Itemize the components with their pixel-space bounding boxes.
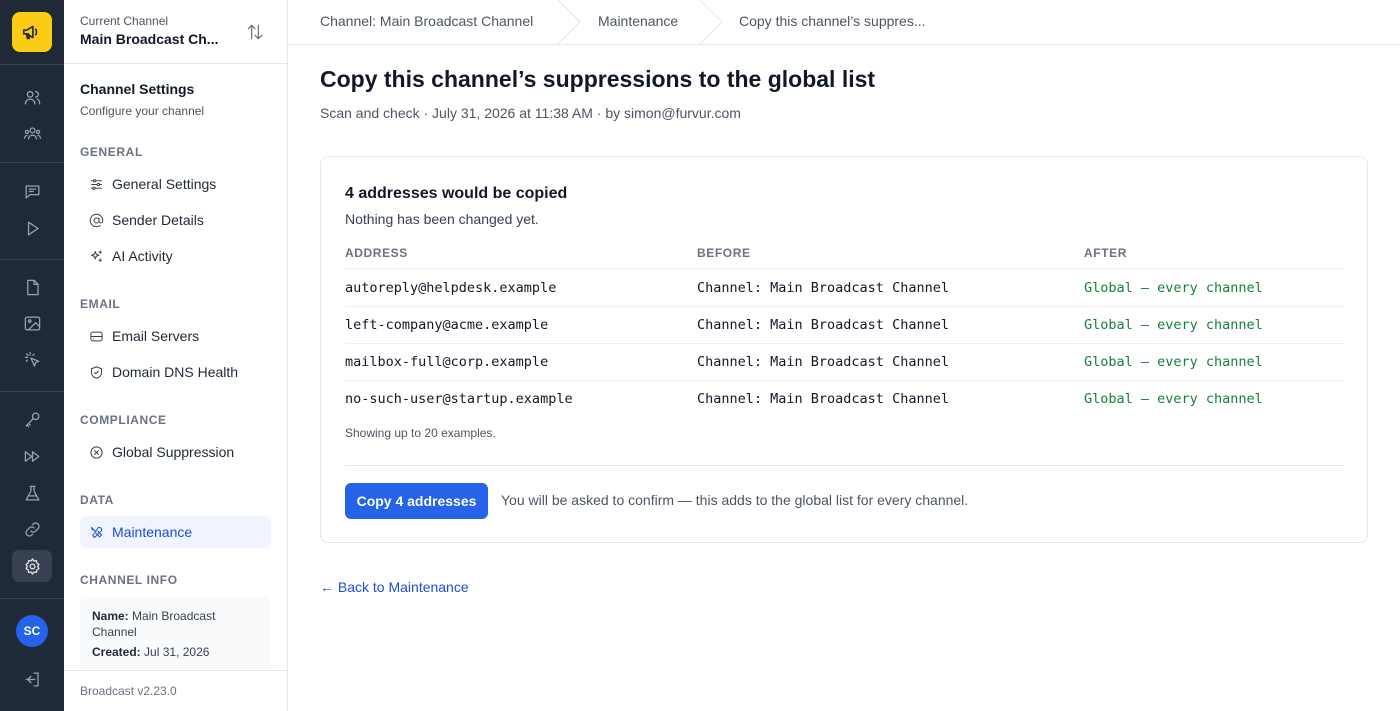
table-divider [345, 343, 1344, 344]
rail-divider [0, 598, 64, 599]
app-version: Broadcast v2.23.0 [64, 670, 287, 711]
row-before: Channel: Main Broadcast Channel [697, 354, 949, 370]
sidebar-item-label: Sender Details [112, 212, 204, 228]
sparkles-icon [88, 248, 104, 264]
table-divider [345, 380, 1344, 381]
sidebar-title: Channel Settings [80, 81, 195, 97]
channel-info-created: Created: Jul 31, 2026 [92, 645, 210, 659]
copy-addresses-button[interactable]: Copy 4 addresses [345, 483, 488, 519]
image-icon[interactable] [20, 311, 44, 335]
swap-arrows-icon[interactable] [245, 22, 265, 42]
sidebar-item-label: Domain DNS Health [112, 364, 239, 380]
x-circle-icon [88, 444, 104, 460]
sidebar-item-email-servers[interactable]: Email Servers [80, 320, 271, 352]
channel-switcher-name: Main Broadcast Ch... [80, 31, 219, 47]
row-after: Global — every channel [1084, 354, 1263, 370]
message-icon[interactable] [20, 179, 44, 203]
row-address: left-company@acme.example [345, 317, 549, 333]
breadcrumb-current: Copy this channel’s suppres... [739, 13, 926, 29]
app-rail: SC [0, 0, 64, 711]
at-sign-icon [88, 212, 104, 228]
sliders-icon [88, 176, 104, 192]
section-data: DATA [80, 493, 114, 507]
back-to-maintenance-link[interactable]: ← Back to Maintenance [320, 579, 469, 595]
fast-forward-icon[interactable] [20, 444, 44, 468]
section-general: GENERAL [80, 145, 143, 159]
confirm-note: You will be asked to confirm — this adds… [501, 492, 969, 508]
sidebar-item-label: General Settings [112, 176, 217, 192]
result-heading: 4 addresses would be copied [345, 185, 568, 202]
wrench-screwdriver-icon [88, 524, 104, 540]
sidebar-item-label: Maintenance [112, 524, 193, 540]
link-icon[interactable] [20, 517, 44, 541]
row-address: no-such-user@startup.example [345, 391, 573, 407]
rail-divider [0, 259, 64, 260]
channel-switcher-caption: Current Channel [80, 14, 169, 28]
row-after: Global — every channel [1084, 391, 1263, 407]
row-before: Channel: Main Broadcast Channel [697, 391, 949, 407]
table-divider [345, 306, 1344, 307]
sidebar-item-global-suppression[interactable]: Global Suppression [80, 436, 271, 468]
megaphone-icon[interactable] [12, 12, 52, 52]
card-footer-divider [345, 465, 1344, 466]
breadcrumb-separator [557, 0, 581, 45]
sidebar-item-general-settings[interactable]: General Settings [80, 168, 271, 200]
sidebar-subtitle: Configure your channel [80, 104, 205, 118]
column-header-before: BEFORE [697, 246, 751, 260]
sidebar-item-label: AI Activity [112, 248, 173, 264]
document-icon[interactable] [20, 275, 44, 299]
sidebar-item-ai-activity[interactable]: AI Activity [80, 240, 271, 272]
flask-icon[interactable] [20, 481, 44, 505]
users-icon[interactable] [20, 85, 44, 109]
channel-switcher[interactable]: Current Channel Main Broadcast Ch... [64, 0, 287, 64]
shield-check-icon [88, 364, 104, 380]
result-subheading: Nothing has been changed yet. [345, 211, 539, 227]
sidebar-item-maintenance[interactable]: Maintenance [80, 516, 271, 548]
section-email: EMAIL [80, 297, 121, 311]
user-avatar[interactable]: SC [16, 615, 48, 647]
settings-sidebar: Current Channel Main Broadcast Ch... Cha… [64, 0, 288, 711]
sidebar-item-label: Global Suppression [112, 444, 235, 460]
row-address: autoreply@helpdesk.example [345, 280, 557, 296]
row-before: Channel: Main Broadcast Channel [697, 280, 949, 296]
key-icon[interactable] [20, 407, 44, 431]
settings-gear-icon[interactable] [12, 550, 52, 582]
column-header-address: ADDRESS [345, 246, 408, 260]
groups-icon[interactable] [20, 121, 44, 145]
sidebar-item-domain-dns-health[interactable]: Domain DNS Health [80, 356, 271, 388]
sidebar-item-sender-details[interactable]: Sender Details [80, 204, 271, 236]
server-icon [88, 328, 104, 344]
sidebar-item-label: Email Servers [112, 328, 200, 344]
play-icon[interactable] [20, 216, 44, 240]
cursor-click-icon[interactable] [20, 348, 44, 372]
page-title: Copy this channel’s suppressions to the … [320, 66, 876, 92]
channel-info-box: Name: Main Broadcast Channel Created: Ju… [80, 596, 271, 676]
result-card: 4 addresses would be copied Nothing has … [320, 156, 1368, 543]
page-subtitle: Scan and check · July 31, 2026 at 11:38 … [320, 105, 741, 121]
breadcrumb-channel[interactable]: Channel: Main Broadcast Channel [320, 13, 533, 29]
row-before: Channel: Main Broadcast Channel [697, 317, 949, 333]
section-compliance: COMPLIANCE [80, 413, 167, 427]
breadcrumb-maintenance[interactable]: Maintenance [598, 13, 678, 29]
logout-icon[interactable] [20, 667, 44, 691]
row-address: mailbox-full@corp.example [345, 354, 549, 370]
section-channel-info: CHANNEL INFO [80, 573, 178, 587]
row-after: Global — every channel [1084, 280, 1263, 296]
examples-note: Showing up to 20 examples. [345, 426, 496, 440]
row-after: Global — every channel [1084, 317, 1263, 333]
rail-divider [0, 162, 64, 163]
column-header-after: AFTER [1084, 246, 1127, 260]
rail-divider [0, 64, 64, 65]
breadcrumb-separator [699, 0, 723, 45]
channel-info-name: Name: Main Broadcast Channel [92, 609, 216, 639]
breadcrumb: Channel: Main Broadcast Channel Maintena… [288, 0, 1400, 45]
table-divider [345, 268, 1344, 269]
rail-divider [0, 391, 64, 392]
